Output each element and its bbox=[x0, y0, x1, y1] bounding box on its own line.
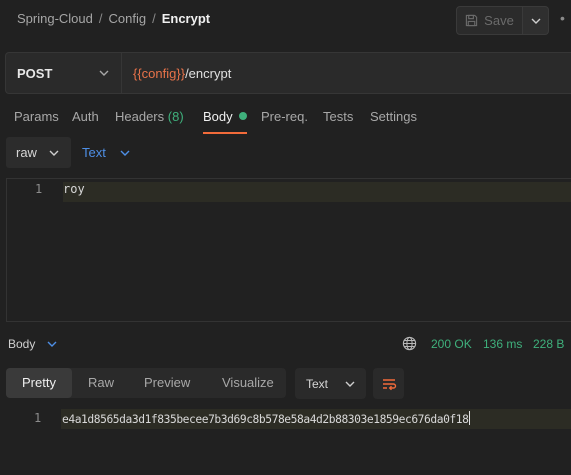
breadcrumb-item-folder[interactable]: Config bbox=[109, 11, 147, 26]
chevron-down-icon[interactable] bbox=[47, 337, 57, 351]
response-text[interactable]: e4a1d8565da3d1f835becee7b3d69c8b578e58a4… bbox=[62, 411, 471, 426]
wrap-lines-icon bbox=[382, 378, 396, 390]
body-format-select[interactable]: Text bbox=[76, 137, 140, 168]
method-select[interactable]: POST bbox=[6, 53, 122, 93]
view-tab-raw[interactable]: Raw bbox=[88, 368, 114, 398]
response-time[interactable]: 136 ms bbox=[483, 337, 522, 351]
text-cursor bbox=[469, 411, 471, 425]
save-label: Save bbox=[484, 13, 514, 28]
chevron-down-icon bbox=[345, 381, 355, 387]
tab-label: Body bbox=[203, 109, 233, 124]
globe-icon[interactable] bbox=[402, 336, 417, 351]
headers-count: (8) bbox=[167, 109, 184, 124]
save-group: Save bbox=[456, 6, 549, 35]
response-format-label: Text bbox=[306, 376, 329, 391]
body-indicator-dot bbox=[238, 112, 247, 120]
response-format-select[interactable]: Text bbox=[295, 368, 366, 399]
response-status[interactable]: 200 OK bbox=[431, 337, 472, 351]
floppy-disk-icon bbox=[466, 14, 478, 27]
body-format-label: Text bbox=[82, 145, 106, 160]
active-line-highlight bbox=[63, 182, 571, 202]
url-input[interactable]: {{config}}/encrypt bbox=[122, 53, 231, 93]
response-body[interactable]: 1 e4a1d8565da3d1f835becee7b3d69c8b578e58… bbox=[0, 408, 571, 430]
tab-pre-request[interactable]: Pre-req. bbox=[261, 104, 308, 134]
response-section-label[interactable]: Body bbox=[8, 337, 35, 351]
method-label: POST bbox=[17, 65, 53, 81]
view-tab-visualize[interactable]: Visualize bbox=[222, 368, 274, 398]
request-url-bar: POST {{config}}/encrypt bbox=[5, 52, 571, 94]
breadcrumb: Spring-Cloud / Config / Encrypt bbox=[17, 11, 210, 26]
tab-label: Pre-req. bbox=[261, 109, 308, 124]
response-view-tabs: Pretty Raw Preview Visualize bbox=[6, 368, 286, 398]
response-size[interactable]: 228 B bbox=[533, 337, 564, 351]
header: Spring-Cloud / Config / Encrypt Save • bbox=[0, 0, 571, 40]
tab-tests[interactable]: Tests bbox=[323, 104, 353, 134]
url-path: /encrypt bbox=[185, 65, 232, 81]
response-text-value: e4a1d8565da3d1f835becee7b3d69c8b578e58a4… bbox=[62, 413, 469, 426]
request-body-editor[interactable]: 1 roy bbox=[6, 178, 571, 322]
breadcrumb-item-collection[interactable]: Spring-Cloud bbox=[17, 11, 93, 26]
tab-label: Auth bbox=[72, 109, 99, 124]
line-number: 1 bbox=[35, 182, 43, 196]
view-tab-pretty[interactable]: Pretty bbox=[6, 368, 72, 398]
chevron-down-icon bbox=[99, 70, 109, 76]
body-mode-label: raw bbox=[16, 145, 37, 160]
request-tabs: Params Auth Headers (8) Body Pre-req. Te… bbox=[0, 104, 571, 134]
view-tab-preview[interactable]: Preview bbox=[144, 368, 190, 398]
chevron-down-icon bbox=[120, 150, 130, 156]
response-header: Body 200 OK 136 ms 228 B bbox=[0, 330, 571, 358]
save-options-button[interactable] bbox=[523, 6, 549, 35]
breadcrumb-current-request[interactable]: Encrypt bbox=[162, 11, 210, 26]
editor-text[interactable]: roy bbox=[63, 182, 85, 196]
tab-headers[interactable]: Headers (8) bbox=[115, 104, 184, 134]
save-button[interactable]: Save bbox=[456, 6, 523, 35]
breadcrumb-separator: / bbox=[152, 11, 156, 26]
chevron-down-icon bbox=[49, 150, 59, 156]
tab-label: Headers bbox=[115, 109, 165, 124]
tab-body[interactable]: Body bbox=[203, 104, 247, 134]
ellipsis-icon[interactable]: • bbox=[560, 10, 565, 26]
tab-settings[interactable]: Settings bbox=[370, 104, 417, 134]
tab-label: Params bbox=[14, 109, 59, 124]
url-variable: {{config}} bbox=[133, 65, 186, 81]
tab-auth[interactable]: Auth bbox=[72, 104, 99, 134]
breadcrumb-separator: / bbox=[98, 11, 103, 26]
chevron-down-icon bbox=[531, 18, 540, 24]
wrap-lines-button[interactable] bbox=[373, 368, 404, 399]
body-mode-select[interactable]: raw bbox=[6, 137, 71, 168]
tab-label: Tests bbox=[323, 109, 354, 124]
tab-label: Settings bbox=[370, 109, 417, 124]
tab-params[interactable]: Params bbox=[14, 104, 59, 134]
line-number: 1 bbox=[34, 411, 42, 425]
